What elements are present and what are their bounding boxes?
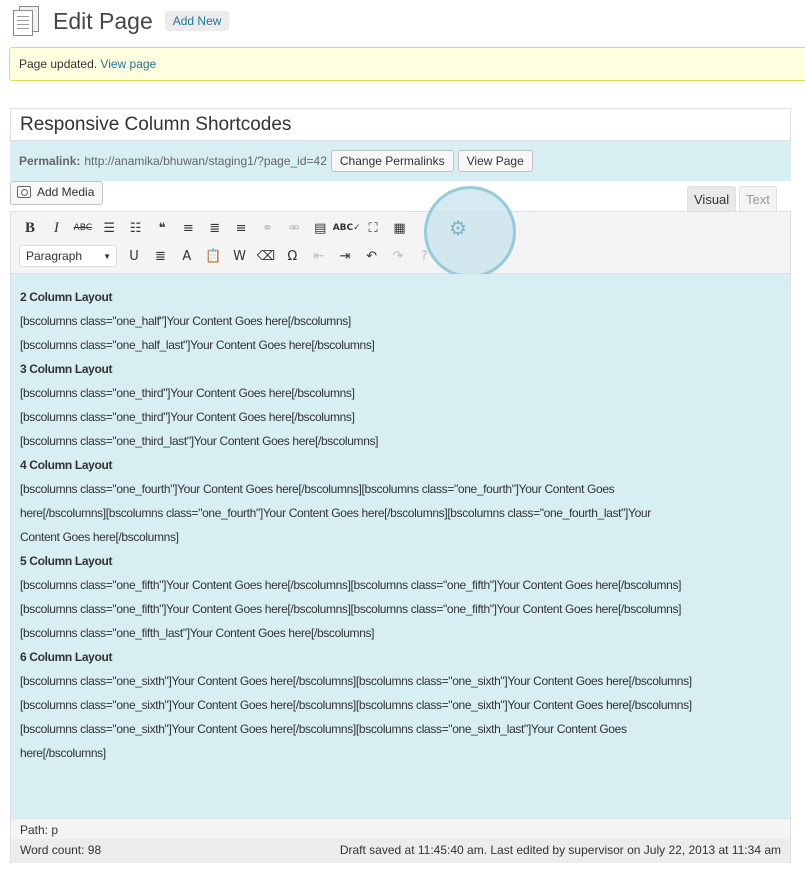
insert-link-button[interactable]: ⚭ [257, 217, 279, 239]
indent-button[interactable]: ⇥ [334, 245, 356, 267]
strikethrough-button[interactable]: ABC [72, 217, 94, 239]
toolbar-row-1: B I ABC ☰ ☷ ❝ ≡ ≣ ≡ ⚭ ⚮ ▤ ABC✓ ⛶ ▦ [19, 216, 415, 240]
align-center-button[interactable]: ≣ [204, 217, 226, 239]
page-title: Edit Page [53, 7, 153, 34]
italic-button[interactable]: I [45, 217, 67, 239]
content-line: [bscolumns class="one_third_last"]Your C… [20, 434, 379, 448]
add-new-button[interactable]: Add New [164, 11, 230, 31]
draft-status: Draft saved at 11:45:40 am. Last edited … [339, 843, 781, 857]
word-count: Word count: 98 [20, 843, 102, 857]
permalink-url: http://anamika/bhuwan/staging1/?page_id=… [84, 154, 327, 168]
outdent-button[interactable]: ⇤ [308, 245, 330, 267]
paste-text-button[interactable]: 📋 [202, 245, 224, 267]
gear-icon[interactable]: ⚙ [447, 216, 469, 240]
bold-button[interactable]: B [19, 217, 41, 239]
content-line: [bscolumns class="one_fourth"]Your Conte… [20, 482, 615, 496]
content-heading: 4 Column Layout [20, 458, 113, 472]
bullet-list-button[interactable]: ☰ [98, 217, 120, 239]
pages-icon [10, 5, 42, 37]
align-left-button[interactable]: ≡ [177, 217, 199, 239]
notice-text: Page updated. [19, 57, 98, 71]
help-button[interactable]: ? [413, 245, 435, 267]
content-line: [bscolumns class="one_sixth"]Your Conten… [20, 674, 692, 688]
change-permalinks-button[interactable]: Change Permalinks [330, 150, 454, 172]
content-line: [bscolumns class="one_sixth"]Your Conten… [20, 698, 692, 712]
format-select[interactable]: Paragraph ▼ [19, 245, 117, 267]
numbered-list-button[interactable]: ☷ [125, 217, 147, 239]
content-heading: 2 Column Layout [20, 290, 113, 304]
format-select-value: Paragraph [26, 249, 83, 263]
content-line: [bscolumns class="one_half_last"]Your Co… [20, 338, 375, 352]
view-page-button[interactable]: View Page [457, 150, 533, 172]
permalink-label: Permalink: [19, 154, 81, 168]
permalink-bar: Permalink: http://anamika/bhuwan/staging… [10, 141, 791, 181]
editor-container: B I ABC ☰ ☷ ❝ ≡ ≣ ≡ ⚭ ⚮ ▤ ABC✓ ⛶ ▦ ⚙ Paragraph ▼ U ≣ A 📋 W… [10, 186, 791, 863]
tab-visual[interactable]: Visual [687, 186, 737, 213]
content-line: [bscolumns class="one_half"]Your Content… [20, 314, 351, 328]
undo-button[interactable]: ↶ [361, 245, 383, 267]
redo-button[interactable]: ↷ [387, 245, 409, 267]
content-line: [bscolumns class="one_fifth_last"]Your C… [20, 626, 375, 640]
underline-button[interactable]: U [123, 245, 145, 267]
view-page-link[interactable]: View page [100, 57, 156, 71]
content-line: Content Goes here[/bscolumns] [20, 530, 179, 544]
insert-more-button[interactable]: ▤ [309, 217, 331, 239]
tab-text[interactable]: Text [739, 186, 777, 212]
content-line: [bscolumns class="one_third"]Your Conten… [20, 386, 355, 400]
special-character-button[interactable]: Ω [281, 245, 303, 267]
editor-content[interactable]: 2 Column Layout [bscolumns class="one_hal… [11, 274, 790, 818]
chevron-down-icon: ▼ [103, 251, 111, 261]
content-line: [bscolumns class="one_third"]Your Conten… [20, 410, 355, 424]
editor-media-bar: Add Media Visual Text [10, 181, 791, 213]
content-line: here[/bscolumns] [20, 746, 106, 760]
page-header: Edit Page Add New [10, 4, 230, 38]
content-line: [bscolumns class="one_fifth"]Your Conten… [20, 578, 682, 592]
content-line: [bscolumns class="one_fifth"]Your Conten… [20, 602, 682, 616]
content-heading: 5 Column Layout [20, 554, 113, 568]
content-heading: 6 Column Layout [20, 650, 113, 664]
add-media-button[interactable]: Add Media [10, 181, 104, 205]
update-notice: Page updated. View page [9, 47, 805, 81]
justify-button[interactable]: ≣ [149, 245, 171, 267]
content-line: here[/bscolumns][bscolumns class="one_fo… [20, 506, 651, 520]
content-heading: 3 Column Layout [20, 362, 113, 376]
add-media-label: Add Media [37, 185, 95, 199]
status-bar: Word count: 98 Draft saved at 11:45:40 a… [11, 839, 790, 863]
fullscreen-button[interactable]: ⛶ [362, 217, 384, 239]
camera-icon [17, 186, 31, 198]
text-color-button[interactable]: A [176, 245, 198, 267]
clear-formatting-button[interactable]: ⌫ [255, 245, 277, 267]
paste-word-button[interactable]: W [229, 245, 251, 267]
unlink-button[interactable]: ⚮ [283, 217, 305, 239]
editor-toolbar: B I ABC ☰ ☷ ❝ ≡ ≣ ≡ ⚭ ⚮ ▤ ABC✓ ⛶ ▦ ⚙ Paragraph ▼ U ≣ A 📋 W… [11, 186, 790, 278]
path-bar: Path: p [11, 818, 790, 839]
toolbar-row-2: Paragraph ▼ U ≣ A 📋 W ⌫ Ω ⇤ ⇥ ↶ ↷? [19, 244, 440, 268]
spellcheck-button[interactable]: ABC✓ [333, 217, 361, 239]
align-right-button[interactable]: ≡ [230, 217, 252, 239]
post-title-input[interactable]: Responsive Column Shortcodes [10, 108, 791, 141]
blockquote-button[interactable]: ❝ [151, 217, 173, 239]
content-line: [bscolumns class="one_sixth"]Your Conten… [20, 722, 627, 736]
kitchen-sink-button[interactable]: ▦ [388, 217, 410, 239]
